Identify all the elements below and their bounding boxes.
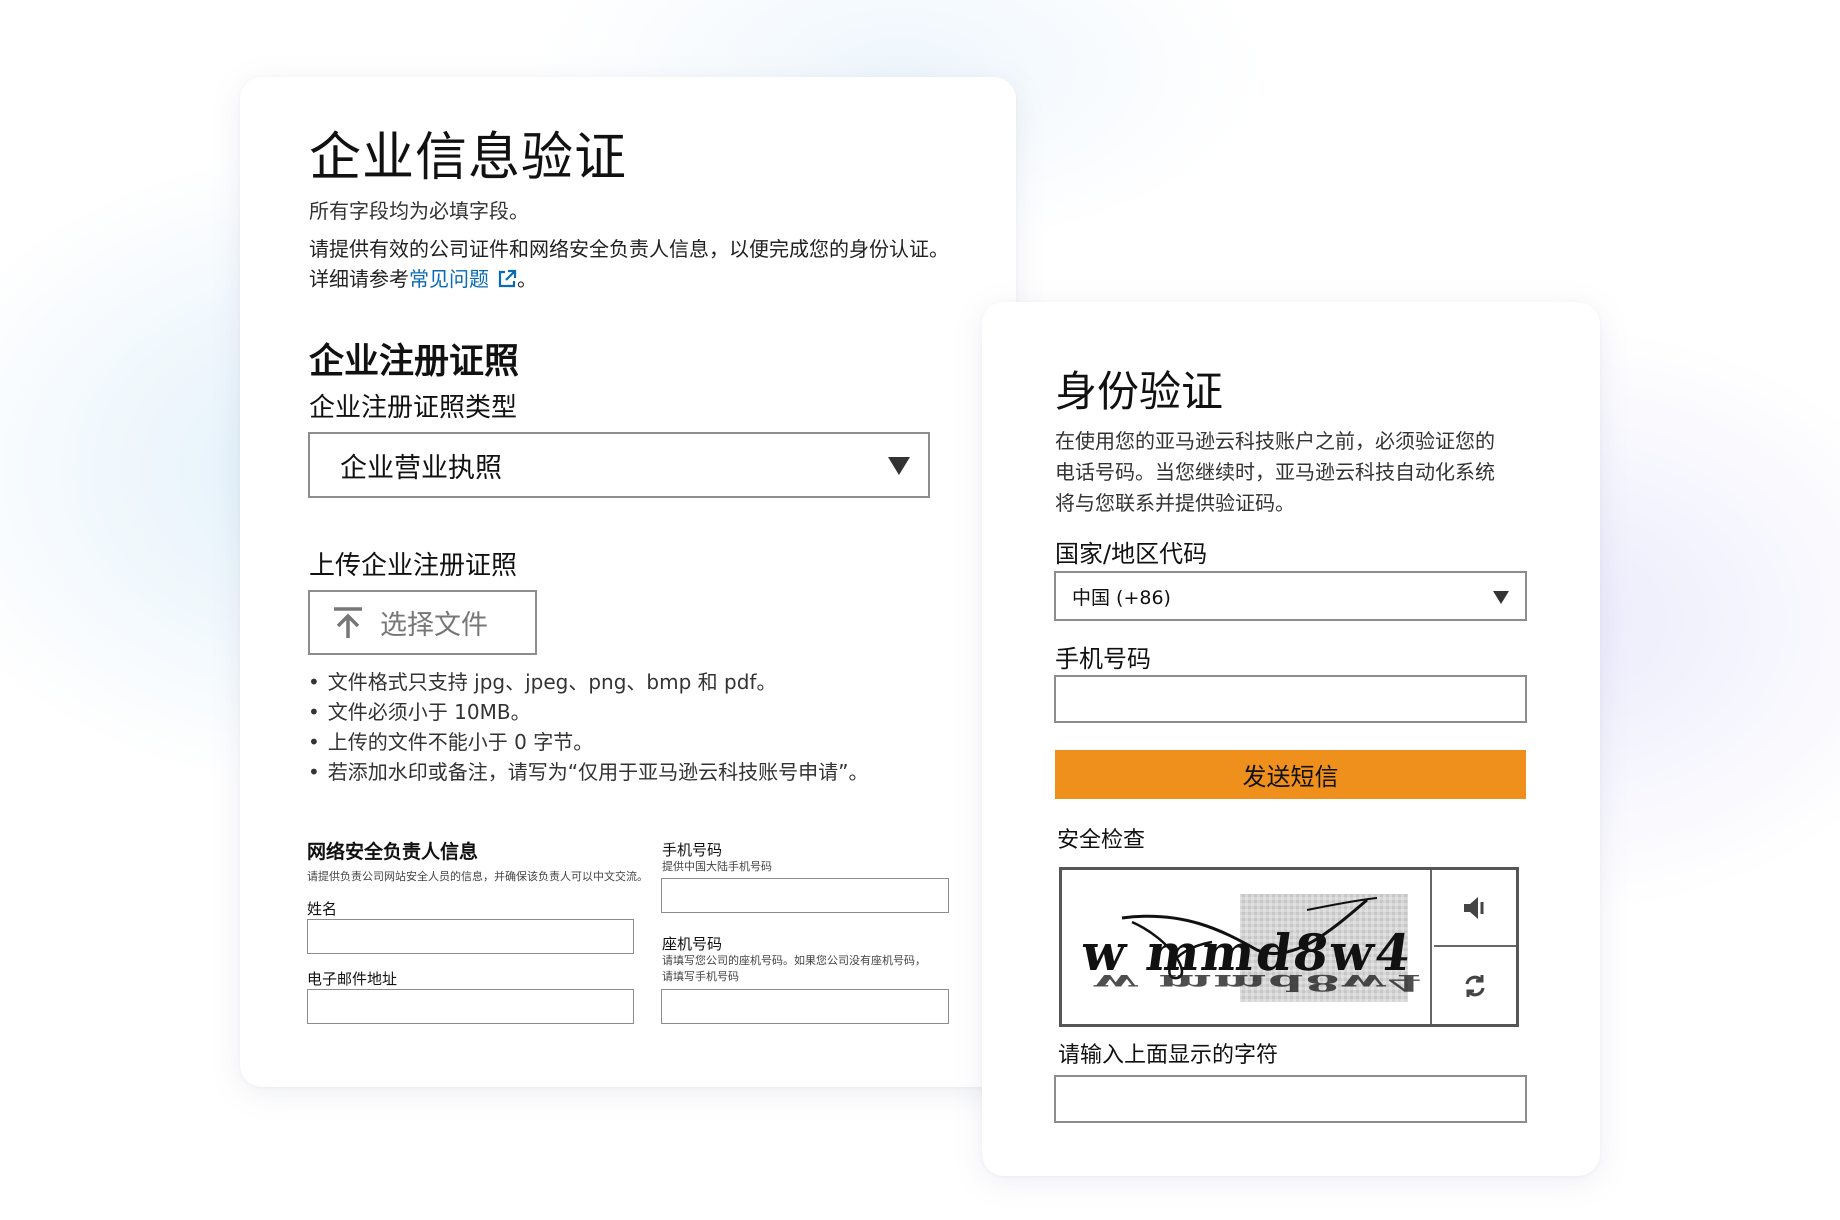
required-note: 所有字段均为必填字段。 (309, 199, 529, 223)
email-label: 电子邮件地址 (307, 970, 398, 988)
mobile-hint: 提供中国大陆手机号码 (662, 860, 772, 873)
mobile-label: 手机号码 (662, 841, 723, 859)
identity-card-title: 身份验证 (1055, 367, 1224, 416)
country-code-value: 中国 (+86) (1072, 586, 1171, 609)
captcha-box: w mmd8w4 w mmd8w4 (1059, 867, 1519, 1027)
description-prefix: 详细请参考 (309, 267, 409, 291)
description-suffix: 。 (517, 267, 537, 291)
choose-file-button[interactable]: 选择文件 (308, 590, 537, 655)
identity-description: 在使用您的亚马逊云科技账户之前，必须验证您的 电话号码。当您继续时，亚马逊云科技… (1055, 426, 1525, 519)
faq-link[interactable]: 常见问题 (409, 267, 517, 291)
security-contact-subtitle: 请提供负责公司网站安全人员的信息，并确保该负责人可以中文交流。 (307, 870, 648, 883)
company-description-line1: 请提供有效的公司证件和网络安全负责人信息，以便完成您的身份认证。 (309, 237, 949, 261)
faq-link-label[interactable]: 常见问题 (409, 267, 489, 291)
speaker-icon (1464, 896, 1484, 919)
phone-input[interactable] (1054, 675, 1527, 723)
phone-label: 手机号码 (1055, 645, 1151, 673)
country-code-select[interactable]: 中国 (+86) (1054, 571, 1527, 621)
security-contact-title: 网络安全负责人信息 (307, 841, 479, 863)
upload-rule-item: 文件必须小于 10MB。 (308, 697, 869, 727)
captcha-input[interactable] (1054, 1075, 1527, 1123)
send-sms-label[interactable]: 发送短信 (1243, 757, 1339, 792)
identity-verification-card: 身份验证 在使用您的亚马逊云科技账户之前，必须验证您的 电话号码。当您继续时，亚… (982, 302, 1600, 1176)
mobile-input[interactable] (661, 878, 949, 913)
email-input[interactable] (307, 989, 634, 1024)
upload-license-label: 上传企业注册证照 (309, 551, 518, 581)
name-input[interactable] (307, 919, 634, 954)
name-label: 姓名 (307, 900, 338, 918)
captcha-image: w mmd8w4 w mmd8w4 (1062, 870, 1432, 1024)
caret-down-icon (1493, 591, 1509, 604)
company-verification-card: 企业信息验证 所有字段均为必填字段。 请提供有效的公司证件和网络安全负责人信息，… (240, 77, 1016, 1087)
license-type-select[interactable]: 企业营业执照 (308, 432, 930, 498)
license-section-title: 企业注册证照 (309, 342, 520, 382)
identity-description-line: 电话号码。当您继续时，亚马逊云科技自动化系统 (1055, 460, 1495, 484)
country-code-label: 国家/地区代码 (1055, 540, 1208, 568)
security-check-label: 安全检查 (1057, 828, 1146, 853)
landline-hint-line2: 请填写手机号码 (662, 970, 739, 983)
captcha-refresh-button[interactable] (1434, 947, 1516, 1024)
upload-rule-item: 上传的文件不能小于 0 字节。 (308, 727, 869, 757)
company-card-title: 企业信息验证 (309, 128, 628, 188)
captcha-input-label: 请输入上面显示的字符 (1058, 1043, 1279, 1068)
landline-input[interactable] (661, 989, 949, 1024)
landline-label: 座机号码 (662, 935, 723, 953)
identity-description-line: 在使用您的亚马逊云科技账户之前，必须验证您的 (1055, 429, 1495, 453)
upload-rules-list: 文件格式只支持 jpg、jpeg、png、bmp 和 pdf。 文件必须小于 1… (308, 667, 869, 787)
svg-text:w mmd8w4: w mmd8w4 (1093, 969, 1424, 995)
caret-down-icon (888, 457, 910, 475)
upload-arrow-icon (334, 606, 362, 638)
identity-description-line: 将与您联系并提供验证码。 (1055, 491, 1295, 515)
refresh-icon (1465, 974, 1485, 997)
license-type-label: 企业注册证照类型 (309, 393, 518, 423)
upload-rule-item: 若添加水印或备注，请写为“仅用于亚马逊云科技账号申请”。 (308, 757, 869, 787)
company-description-line2: 详细请参考常见问题 。 (309, 263, 537, 292)
upload-rule-item: 文件格式只支持 jpg、jpeg、png、bmp 和 pdf。 (308, 667, 869, 697)
choose-file-label[interactable]: 选择文件 (380, 603, 488, 642)
send-sms-button[interactable]: 发送短信 (1055, 750, 1526, 799)
external-link-icon[interactable] (497, 269, 517, 289)
license-type-value: 企业营业执照 (340, 452, 502, 484)
landline-hint-line1: 请填写您公司的座机号码。如果您公司没有座机号码， (662, 954, 926, 967)
captcha-audio-button[interactable] (1434, 870, 1516, 947)
